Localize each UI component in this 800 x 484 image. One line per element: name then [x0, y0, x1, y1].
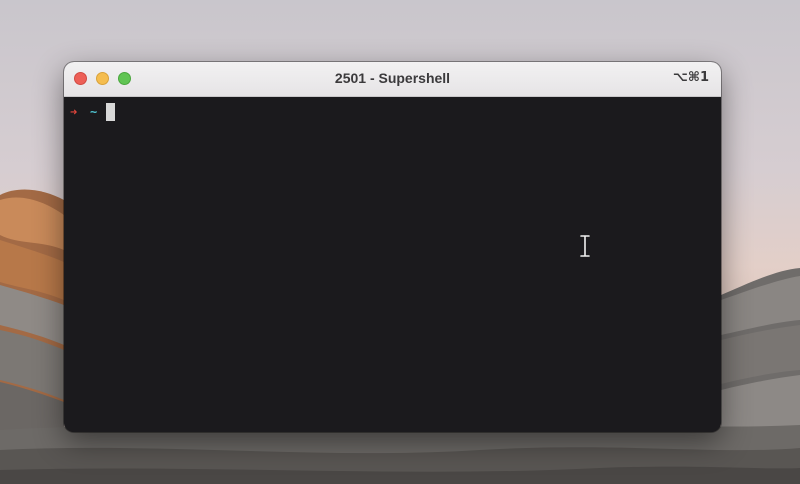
- prompt-arrow-icon: ➜: [70, 105, 78, 119]
- text-cursor: [106, 103, 115, 121]
- terminal-pane[interactable]: ➜ ~: [64, 97, 721, 432]
- window-shortcut: ⌥⌘1: [672, 70, 709, 85]
- terminal-window[interactable]: 2501 - Supershell ⌥⌘1 ➜ ~: [64, 62, 721, 432]
- current-directory: ~: [90, 105, 98, 119]
- window-titlebar[interactable]: 2501 - Supershell ⌥⌘1: [64, 62, 721, 97]
- prompt-line: ➜ ~: [70, 103, 115, 121]
- ibeam-cursor-icon: [579, 235, 591, 257]
- window-title: 2501 - Supershell: [334, 70, 451, 86]
